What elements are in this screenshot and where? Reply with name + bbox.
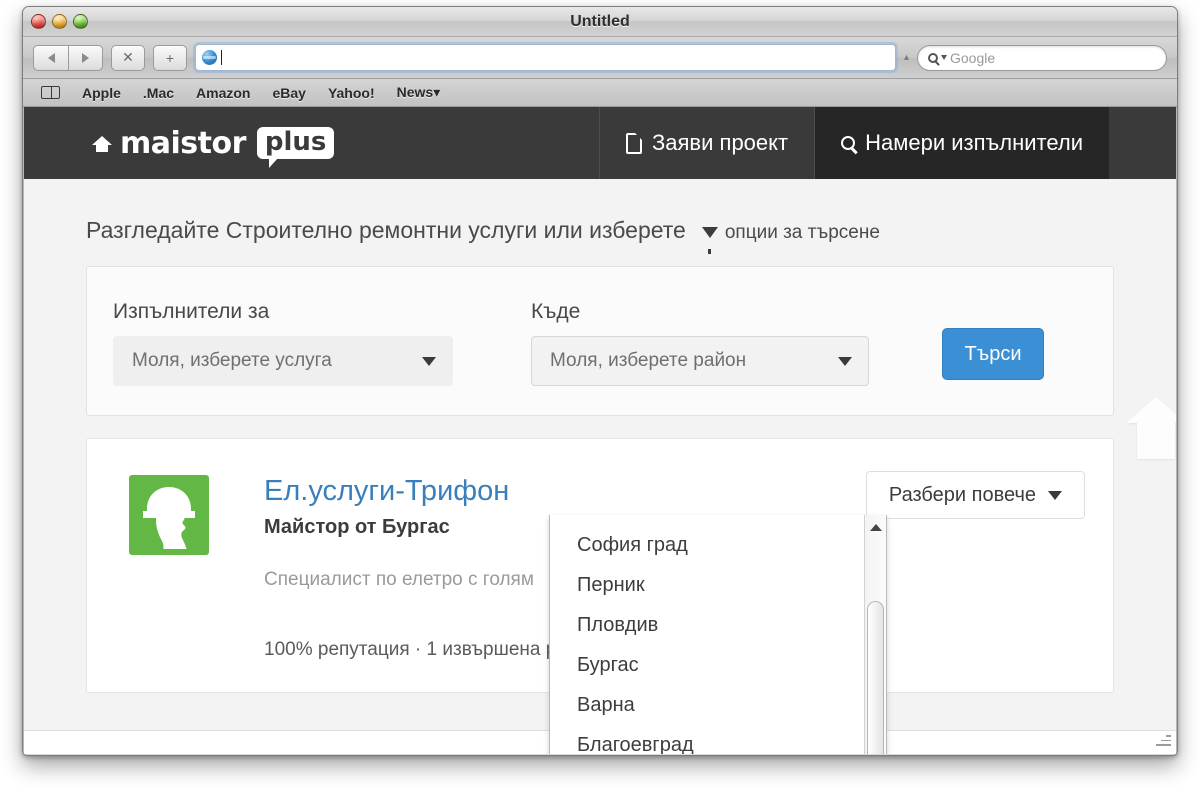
address-bar[interactable] [195, 44, 896, 71]
bookmarks-bar: Apple .Mac Amazon eBay Yahoo! News▾ [23, 79, 1177, 107]
search-options-link[interactable]: опции за търсене [702, 222, 880, 244]
search-icon [928, 53, 938, 63]
window-title: Untitled [23, 7, 1177, 37]
browser-window: Untitled ✕ + ▴ Google Apple .Mac Amazon [22, 6, 1178, 756]
logo-word-maistor: maistor [120, 126, 246, 161]
nav-find-contractors[interactable]: Намери изпълнители [814, 107, 1109, 179]
chevron-down-icon [1048, 491, 1062, 500]
nav-request-project[interactable]: Заяви проект [599, 107, 814, 179]
book-icon[interactable] [41, 86, 60, 99]
bookmark-news[interactable]: News▾ [397, 84, 441, 101]
forward-button[interactable] [68, 45, 103, 71]
bookmark-mac[interactable]: .Mac [143, 85, 174, 101]
search-options-label: опции за търсене [725, 222, 880, 244]
scroll-up-arrow-icon[interactable] [870, 524, 882, 531]
region-options: София град Перник Пловдив Бургас Варна Б… [550, 515, 886, 754]
chevron-down-icon [941, 55, 947, 60]
close-x-icon: ✕ [122, 49, 134, 66]
learn-more-label: Разбери повече [889, 484, 1036, 507]
region-option[interactable]: София град [550, 525, 886, 565]
filter-icon [702, 227, 718, 238]
bookmark-amazon[interactable]: Amazon [196, 85, 250, 101]
page-viewport: maistor plus Заяви проект Намери изпълни… [23, 107, 1177, 754]
worker-hardhat-icon [129, 475, 209, 555]
add-bookmark-button[interactable]: + [153, 45, 187, 71]
bookmark-ebay[interactable]: eBay [272, 85, 305, 101]
window-controls [31, 14, 88, 29]
stop-button[interactable]: ✕ [111, 45, 145, 71]
chevron-down-icon [838, 357, 852, 366]
search-placeholder: Google [950, 50, 995, 66]
region-option[interactable]: Пловдив [550, 605, 886, 645]
search-icon [841, 136, 855, 150]
window-titlebar: Untitled [23, 7, 1177, 37]
close-button[interactable] [31, 14, 46, 29]
region-option[interactable]: Благоевград [550, 725, 886, 754]
nav-label: Намери изпълнители [865, 130, 1083, 156]
region-dropdown-list[interactable]: София град Перник Пловдив Бургас Варна Б… [549, 515, 887, 754]
region-option[interactable]: Перник [550, 565, 886, 605]
bookmark-apple[interactable]: Apple [82, 85, 121, 101]
service-select-value: Моля, изберете услуга [132, 350, 332, 372]
search-submit-label: Търси [964, 343, 1021, 366]
site-logo[interactable]: maistor plus [24, 107, 599, 179]
dropdown-scrollbar[interactable] [864, 515, 886, 754]
region-select-value: Моля, изберете район [550, 350, 746, 372]
tagline-text: Разгледайте Строително ремонтни услуги и… [86, 217, 686, 244]
nav-label: Заяви проект [652, 130, 788, 156]
collapse-chevron-icon: ▴ [904, 52, 909, 63]
site-header: maistor plus Заяви проект Намери изпълни… [24, 107, 1176, 179]
learn-more-button[interactable]: Разбери повече [866, 471, 1085, 519]
left-arrow-icon [48, 53, 55, 63]
logo-word-plus: plus [257, 127, 335, 159]
region-field-group: Къде Моля, изберете район [531, 300, 869, 386]
browser-toolbar: ✕ + ▴ Google [23, 37, 1177, 79]
region-select[interactable]: Моля, изберете район [531, 336, 869, 386]
service-select[interactable]: Моля, изберете услуга [113, 336, 453, 386]
chevron-down-icon [422, 357, 436, 366]
search-submit-button[interactable]: Търси [942, 328, 1044, 380]
region-option[interactable]: Бургас [550, 645, 886, 685]
region-option[interactable]: Варна [550, 685, 886, 725]
page-tagline: Разгледайте Строително ремонтни услуги и… [24, 179, 1176, 244]
bookmark-yahoo[interactable]: Yahoo! [328, 85, 375, 101]
text-cursor [221, 50, 222, 65]
search-panel: Изпълнители за Моля, изберете услуга Къд… [86, 266, 1114, 416]
minimize-button[interactable] [52, 14, 67, 29]
region-field-label: Къде [531, 300, 869, 324]
scrollbar-thumb[interactable] [867, 601, 884, 754]
globe-icon [202, 50, 217, 65]
service-field-group: Изпълнители за Моля, изберете услуга [113, 300, 453, 386]
plus-icon: + [166, 50, 174, 66]
chevron-down-icon: ▾ [433, 84, 440, 100]
search-input[interactable]: Google [917, 45, 1167, 71]
back-button[interactable] [33, 45, 68, 71]
right-arrow-icon [82, 53, 89, 63]
resize-grip[interactable] [1155, 735, 1171, 751]
house-icon [92, 136, 112, 145]
zoom-button[interactable] [73, 14, 88, 29]
service-field-label: Изпълнители за [113, 300, 453, 324]
decorative-house-icon [1126, 397, 1177, 423]
document-icon [626, 133, 642, 154]
nav-button-group [33, 45, 103, 71]
